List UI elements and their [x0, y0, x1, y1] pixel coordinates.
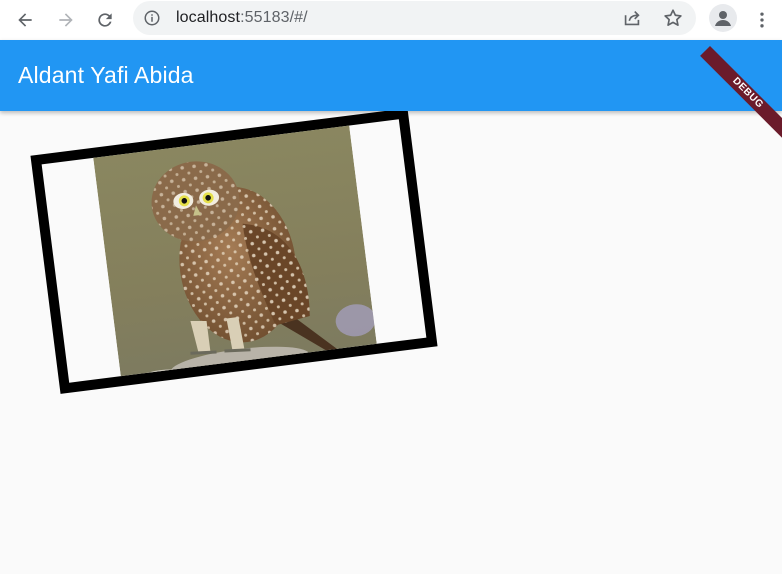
url-path: :55183/#/ [240, 9, 308, 26]
url-text: localhost:55183/#/ [176, 9, 308, 27]
reload-button[interactable] [89, 4, 121, 36]
forward-button[interactable] [50, 4, 82, 36]
profile-button[interactable] [709, 4, 737, 32]
info-icon[interactable] [143, 9, 161, 27]
arrow-right-icon [59, 13, 73, 27]
star-icon[interactable] [662, 7, 684, 29]
app-title: Aldant Yafi Abida [18, 62, 194, 88]
browser-menu-button[interactable] [746, 4, 778, 36]
photo-frame [30, 108, 438, 394]
page: localhost:55183/#/ Aldant Yafi Abida DEB… [0, 0, 782, 574]
arrow-left-icon [18, 13, 32, 27]
kebab-menu-icon [760, 12, 764, 28]
browser-toolbar: localhost:55183/#/ [0, 0, 782, 40]
reload-icon [98, 13, 112, 27]
url-host: localhost [176, 9, 241, 26]
app-bar: Aldant Yafi Abida [0, 40, 782, 111]
person-icon [715, 11, 731, 26]
share-icon[interactable] [621, 7, 643, 29]
address-bar[interactable]: localhost:55183/#/ [133, 1, 696, 35]
owl-image [92, 119, 379, 391]
back-button[interactable] [9, 4, 41, 36]
